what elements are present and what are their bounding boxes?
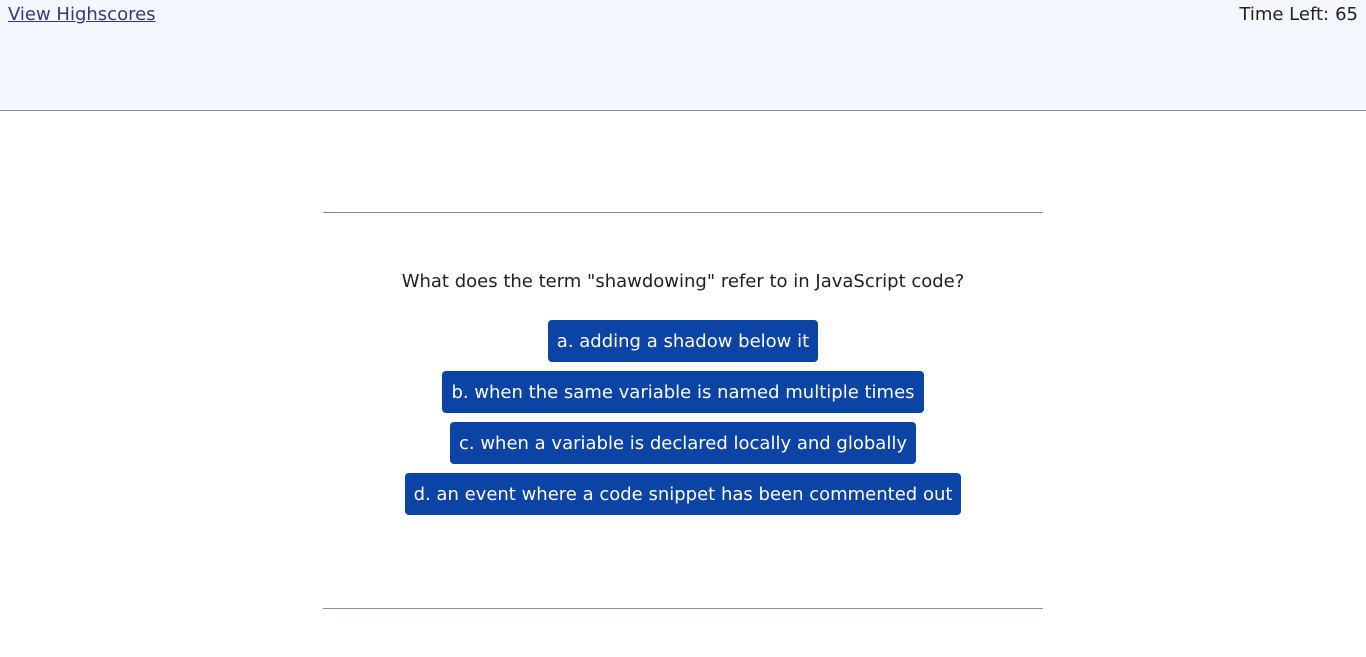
page-header: View Highscores Time Left: 65 (0, 0, 1366, 111)
top-divider (323, 212, 1043, 213)
choice-d-button[interactable]: d. an event where a code snippet has bee… (404, 473, 962, 515)
bottom-divider (323, 608, 1043, 609)
choice-a-button[interactable]: a. adding a shadow below it (547, 320, 819, 362)
timer-label: Time Left: (1239, 4, 1330, 25)
choice-c-button[interactable]: c. when a variable is declared locally a… (450, 422, 916, 464)
choice-b-button[interactable]: b. when the same variable is named multi… (442, 371, 924, 413)
timer-value: 65 (1335, 4, 1358, 25)
view-highscores-link[interactable]: View Highscores (8, 4, 156, 25)
question-text: What does the term "shawdowing" refer to… (401, 271, 965, 292)
timer: Time Left: 65 (1239, 4, 1358, 25)
answer-choices: a. adding a shadow below it b. when the … (0, 320, 1366, 515)
